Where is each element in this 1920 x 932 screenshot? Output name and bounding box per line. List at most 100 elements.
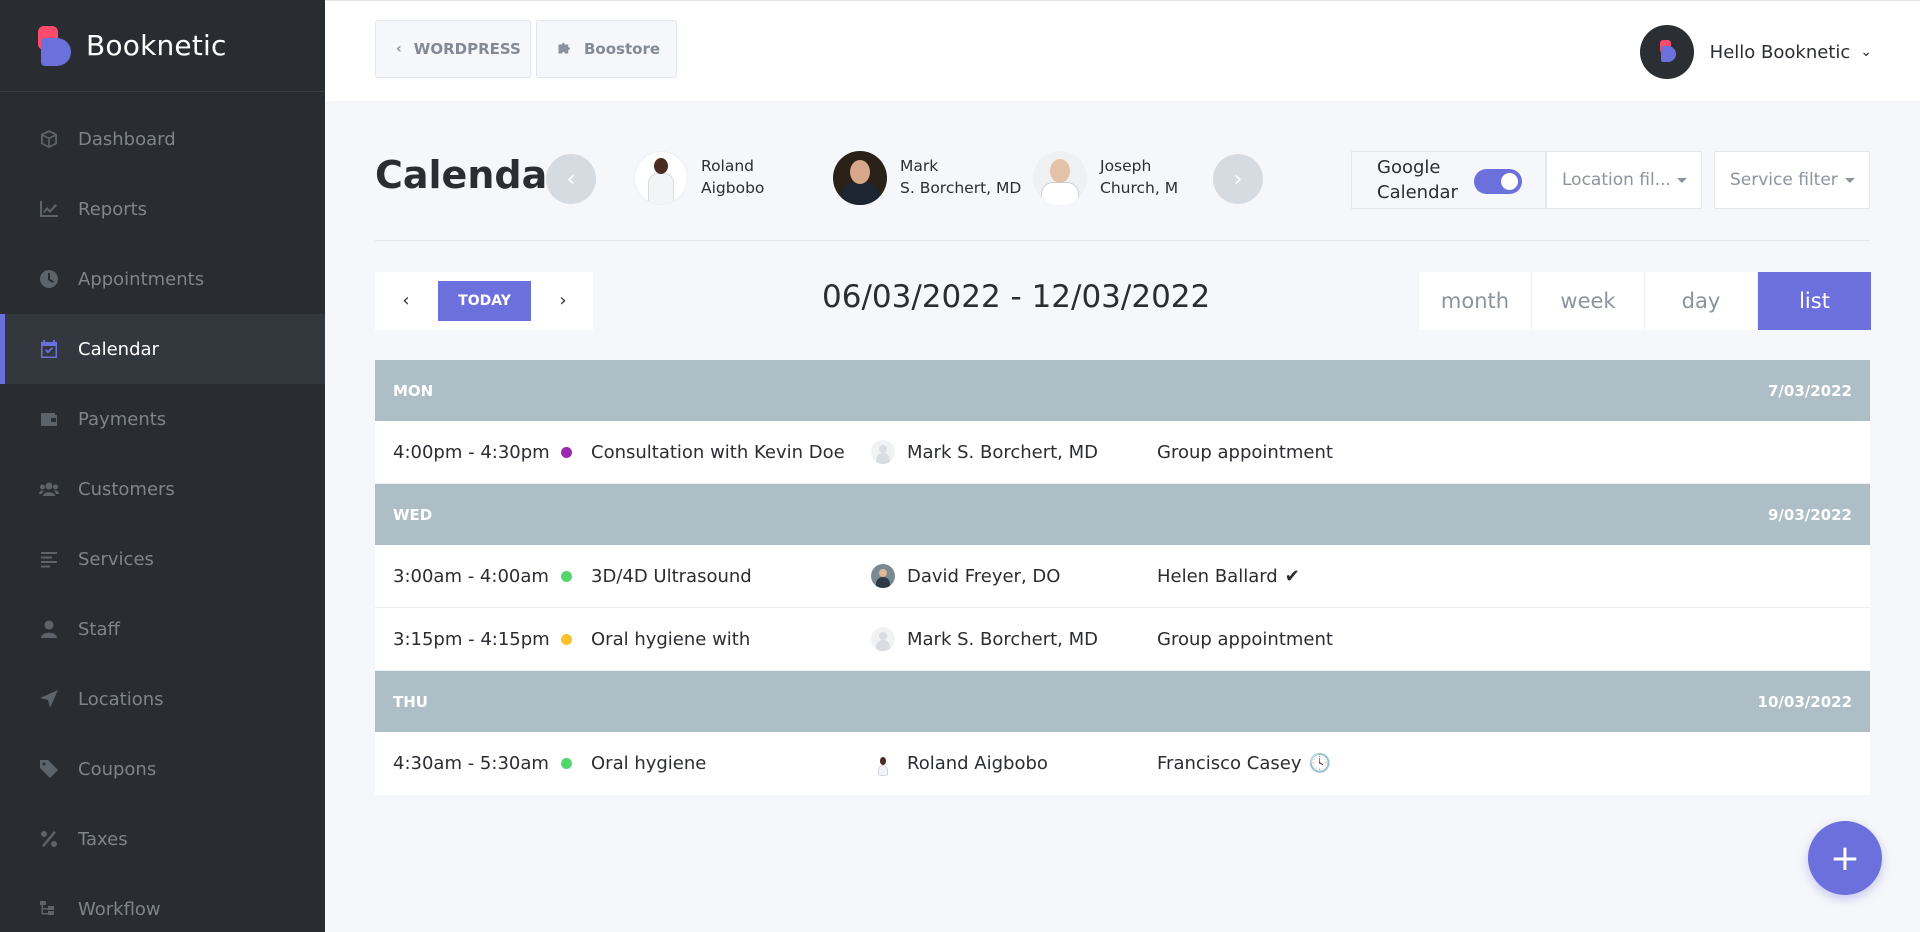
- divider: [375, 240, 1870, 241]
- google-calendar-toggle[interactable]: [1474, 169, 1522, 194]
- staff-card[interactable]: Joseph Church, M: [1033, 150, 1178, 206]
- service-filter-select[interactable]: Service filter: [1714, 151, 1870, 209]
- google-calendar-toggle-group: Google Calendar: [1351, 151, 1546, 209]
- event-customer-name: Francisco Casey: [1157, 753, 1302, 774]
- status-dot: [561, 633, 572, 645]
- chevron-left-icon: ‹: [396, 41, 402, 57]
- staff-card[interactable]: Mark S. Borchert, MD: [833, 150, 1021, 206]
- list-icon: [38, 548, 60, 570]
- event-title: 3D/4D Ultrasound: [591, 565, 752, 587]
- staff-prev-button[interactable]: ‹: [546, 154, 596, 204]
- wordpress-button[interactable]: ‹ WORDPRESS: [375, 20, 531, 78]
- sidebar-item-taxes[interactable]: Taxes: [0, 804, 325, 874]
- sidebar-item-customers[interactable]: Customers: [0, 454, 325, 524]
- staff-next-button[interactable]: ›: [1213, 154, 1263, 204]
- sidebar-item-staff[interactable]: Staff: [0, 594, 325, 664]
- sidebar-item-label: Appointments: [78, 268, 205, 290]
- boostore-label: Boostore: [584, 40, 661, 58]
- sidebar-item-payments[interactable]: Payments: [0, 384, 325, 454]
- service-filter-value: Service filter: [1730, 170, 1838, 190]
- today-button[interactable]: TODAY: [438, 281, 531, 321]
- percent-icon: [38, 828, 60, 850]
- day-header: THU 10/03/2022: [375, 671, 1870, 732]
- prev-week-button[interactable]: ‹: [396, 290, 416, 311]
- staff-avatar: [871, 440, 895, 464]
- sidebar-item-label: Reports: [78, 198, 148, 220]
- sidebar-item-reports[interactable]: Reports: [0, 174, 325, 244]
- appointment-row[interactable]: 3:00am - 4:00am 3D/4D Ultrasound David F…: [375, 545, 1870, 608]
- event-time: 3:15pm - 4:15pm: [393, 628, 550, 650]
- sidebar-item-locations[interactable]: Locations: [0, 664, 325, 734]
- staff-photo: [833, 151, 887, 205]
- google-calendar-label-line1: Google: [1377, 156, 1441, 178]
- sidebar-item-label: Calendar: [78, 338, 159, 360]
- event-customer-name: Group appointment: [1157, 441, 1333, 463]
- status-dot: [561, 758, 572, 769]
- day-date: 9/03/2022: [1767, 505, 1852, 524]
- sitemap-icon: [38, 898, 60, 920]
- event-title: Oral hygiene: [591, 753, 707, 774]
- chevron-left-icon: ‹: [566, 166, 576, 192]
- sidebar-item-label: Workflow: [78, 898, 161, 920]
- event-customer: Francisco Casey 🕓: [1157, 753, 1331, 774]
- staff-name-line2: Church, M: [1100, 179, 1179, 197]
- appointment-row[interactable]: 4:30am - 5:30am Oral hygiene Roland Aigb…: [375, 732, 1870, 795]
- toggle-knob: [1501, 173, 1518, 190]
- boostore-button[interactable]: Boostore: [536, 20, 677, 78]
- staff-avatar: [871, 751, 895, 776]
- users-icon: [38, 478, 60, 500]
- sidebar-item-coupons[interactable]: Coupons: [0, 734, 325, 804]
- view-week-button[interactable]: week: [1532, 272, 1645, 330]
- sidebar-item-label: Services: [78, 548, 154, 570]
- view-list-button[interactable]: list: [1758, 272, 1871, 330]
- event-customer: Group appointment: [1157, 442, 1333, 463]
- add-appointment-button[interactable]: +: [1808, 821, 1882, 895]
- next-week-button[interactable]: ›: [553, 290, 573, 311]
- sidebar-item-dashboard[interactable]: Dashboard: [0, 104, 325, 174]
- sidebar-item-label: Coupons: [78, 758, 157, 780]
- appointment-row[interactable]: 3:15pm - 4:15pm Oral hygiene with Mark S…: [375, 608, 1870, 671]
- box-icon: [38, 128, 60, 150]
- event-customer: Group appointment: [1157, 629, 1333, 650]
- day-header: MON 7/03/2022: [375, 360, 1870, 421]
- sidebar-nav: Dashboard Reports Appointments Calendar …: [0, 92, 325, 932]
- location-filter-value: Location fil...: [1562, 170, 1671, 190]
- event-customer-name: Helen Ballard: [1157, 565, 1278, 587]
- brand[interactable]: Booknetic: [0, 0, 325, 92]
- appointment-row[interactable]: 4:00pm - 4:30pm Consultation with Kevin …: [375, 421, 1870, 484]
- user-menu[interactable]: Hello Booknetic ⌄: [1639, 25, 1872, 79]
- day-name: MON: [393, 381, 434, 400]
- view-month-button[interactable]: month: [1419, 272, 1532, 330]
- view-switcher: month week day list: [1419, 272, 1871, 330]
- chart-line-icon: [38, 198, 60, 220]
- staff-avatar: [871, 564, 895, 588]
- staff-name-line1: Mark: [900, 157, 939, 176]
- location-filter-select[interactable]: Location fil...: [1546, 151, 1702, 209]
- sidebar-item-workflow[interactable]: Workflow: [0, 874, 325, 932]
- sidebar-item-calendar[interactable]: Calendar: [0, 314, 325, 384]
- event-title: Consultation with Kevin Doe: [591, 441, 845, 463]
- day-date: 7/03/2022: [1767, 381, 1852, 400]
- view-day-button[interactable]: day: [1645, 272, 1758, 330]
- event-staff: Roland Aigbobo: [871, 751, 1157, 776]
- day-name: THU: [393, 692, 428, 711]
- staff-card[interactable]: Roland Aigbobo: [634, 150, 764, 206]
- staff-name-line1: Roland: [701, 157, 755, 176]
- clock-icon: 🕓: [1308, 753, 1331, 774]
- sidebar-item-label: Payments: [78, 408, 167, 430]
- sidebar-item-appointments[interactable]: Appointments: [0, 244, 325, 314]
- puzzle-icon: [557, 40, 572, 59]
- caret-down-icon: [1677, 178, 1687, 183]
- day-name: WED: [393, 505, 433, 524]
- sidebar-item-services[interactable]: Services: [0, 524, 325, 594]
- sidebar-item-label: Locations: [78, 688, 164, 710]
- caret-down-icon: [1845, 178, 1855, 183]
- user-icon: [38, 618, 60, 640]
- day-date: 10/03/2022: [1757, 692, 1852, 711]
- staff-avatar: [871, 627, 895, 651]
- staff-name-line1: Joseph: [1100, 157, 1152, 176]
- event-staff-name: David Freyer, DO: [907, 565, 1061, 587]
- sidebar: Booknetic Dashboard Reports Appointments…: [0, 0, 325, 932]
- staff-photo: [1033, 151, 1087, 205]
- event-staff: Mark S. Borchert, MD: [871, 627, 1157, 651]
